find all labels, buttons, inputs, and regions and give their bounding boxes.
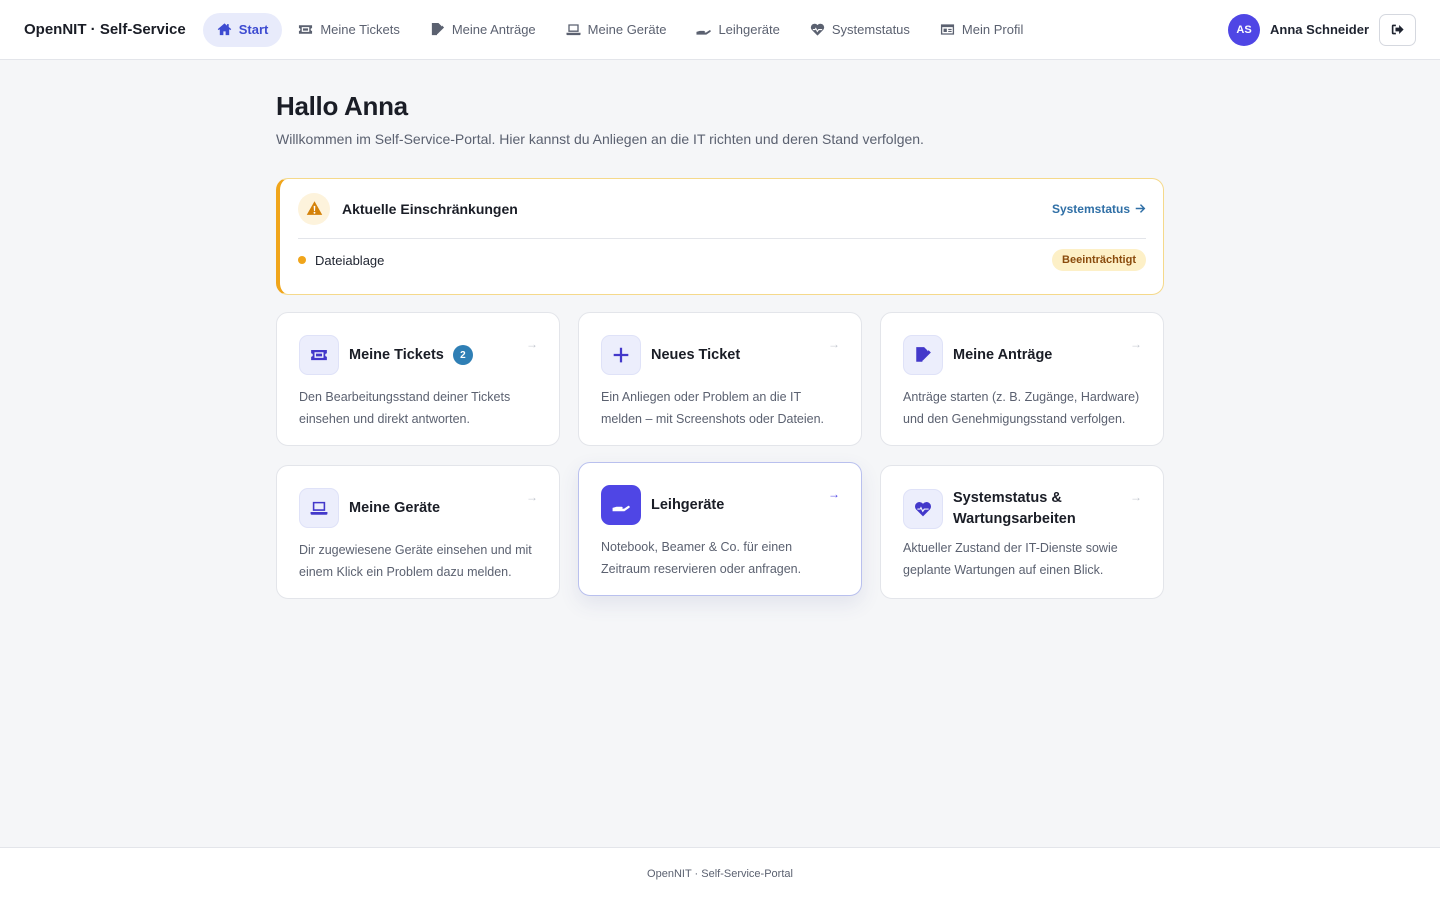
nav-item-leihgeraete[interactable]: Leihgeräte — [682, 13, 793, 47]
card-title: Neues Ticket — [651, 346, 741, 363]
card-header: Meine Anträge — [903, 335, 1141, 375]
welcome-text: Willkommen im Self-Service-Portal. Hier … — [276, 131, 924, 147]
edit-document-icon — [903, 335, 943, 375]
page-title: Hallo Anna — [276, 91, 408, 121]
brand-logo[interactable]: OpenNIT · Self-Service — [24, 21, 186, 38]
edit-document-icon — [431, 22, 444, 36]
arrow-right-icon: → — [828, 337, 840, 351]
systemstatus-link[interactable]: Systemstatus — [1052, 202, 1146, 216]
top-navbar: OpenNIT · Self-Service Start Meine Ticke… — [0, 0, 1440, 60]
nav-item-meine-geraete[interactable]: Meine Geräte — [552, 13, 681, 47]
ticket-count-badge: 2 — [452, 345, 473, 365]
nav-item-label: Mein Profil — [961, 22, 1024, 37]
card-description: Anträge starten (z. B. Zugänge, Hardware… — [903, 390, 1140, 426]
laptop-icon — [566, 24, 581, 36]
systemstatus-link-label: Systemstatus — [1051, 201, 1130, 216]
hand-holding-icon — [601, 485, 641, 525]
restrictions-header: Aktuelle Einschränkungen Systemstatus — [298, 179, 1146, 239]
heart-pulse-icon — [903, 489, 943, 529]
nav-item-meine-antraege[interactable]: Meine Anträge — [416, 13, 550, 47]
id-card-icon — [940, 24, 954, 35]
logout-button[interactable] — [1379, 13, 1416, 46]
card-leihgeraete[interactable]: Leihgeräte → Notebook, Beamer & Co. für … — [578, 462, 862, 596]
card-description: Ein Anliegen oder Problem an die IT meld… — [601, 390, 825, 426]
card-description: Dir zugewiesene Geräte einsehen und mit … — [299, 543, 532, 579]
nav-item-label: Meine Geräte — [587, 22, 667, 37]
warning-icon — [298, 192, 330, 225]
card-header: Systemstatus & Wartungsarbeiten — [903, 488, 1141, 530]
card-title: Meine Geräte — [349, 499, 441, 516]
nav-item-label: Meine Tickets — [320, 22, 400, 37]
nav-item-label: Leihgeräte — [718, 22, 780, 37]
main-content: Hallo Anna Willkommen im Self-Service-Po… — [276, 60, 1164, 599]
nav-item-systemstatus[interactable]: Systemstatus — [796, 13, 924, 47]
nav-item-label: Systemstatus — [831, 22, 910, 37]
avatar[interactable]: AS — [1228, 13, 1261, 46]
nav-item-start[interactable]: Start — [202, 12, 283, 47]
card-header: Meine Geräte — [299, 488, 537, 528]
hand-holding-icon — [696, 30, 712, 35]
card-systemstatus[interactable]: Systemstatus & Wartungsarbeiten → Aktuel… — [880, 465, 1164, 599]
status-badge: Beeinträchtigt — [1052, 249, 1146, 271]
restrictions-panel: Aktuelle Einschränkungen Systemstatus Da… — [276, 178, 1164, 295]
card-meine-tickets[interactable]: Meine Tickets 2 → Den Bearbeitungsstand … — [276, 312, 560, 446]
quick-links-grid: Meine Tickets 2 → Den Bearbeitungsstand … — [276, 312, 1164, 599]
card-neues-ticket[interactable]: Neues Ticket → Ein Anliegen oder Problem… — [578, 312, 862, 446]
card-title: Leihgeräte — [651, 496, 725, 513]
nav-item-meine-tickets[interactable]: Meine Tickets — [284, 13, 413, 47]
logout-icon — [1391, 24, 1404, 35]
card-title: Meine Tickets — [349, 346, 444, 363]
card-description: Notebook, Beamer & Co. für einen Zeitrau… — [601, 540, 802, 576]
main-nav: Start Meine Tickets Meine Anträge Meine … — [202, 12, 1038, 47]
heart-pulse-icon — [810, 23, 825, 36]
card-header: Meine Tickets 2 — [299, 335, 537, 375]
ticket-icon — [299, 335, 339, 375]
card-meine-antraege[interactable]: Meine Anträge → Anträge starten (z. B. Z… — [880, 312, 1164, 446]
user-name[interactable]: Anna Schneider — [1270, 22, 1369, 37]
card-title: Systemstatus & Wartungsarbeiten — [953, 490, 1076, 527]
status-dot — [298, 256, 306, 264]
arrow-right-icon: → — [828, 487, 840, 501]
nav-item-label: Start — [238, 22, 269, 37]
page-footer: OpenNIT · Self-Service-Portal — [0, 847, 1440, 900]
service-name: Dateiablage — [315, 252, 385, 268]
nav-item-mein-profil[interactable]: Mein Profil — [926, 13, 1037, 47]
nav-item-label: Meine Anträge — [451, 22, 536, 37]
home-icon — [217, 23, 231, 36]
restriction-item[interactable]: Dateiablage Beeinträchtigt — [298, 239, 1146, 281]
arrow-right-icon: → — [526, 337, 538, 351]
card-meine-geraete[interactable]: Meine Geräte → Dir zugewiesene Geräte ei… — [276, 465, 560, 599]
plus-icon — [601, 335, 641, 375]
footer-text: OpenNIT · Self-Service-Portal — [647, 868, 793, 880]
arrow-right-icon: → — [1130, 490, 1142, 504]
card-title: Meine Anträge — [953, 346, 1053, 363]
arrow-right-icon: → — [526, 490, 538, 504]
card-description: Aktueller Zustand der IT-Dienste sowie g… — [903, 541, 1118, 577]
restrictions-title: Aktuelle Einschränkungen — [342, 200, 518, 217]
card-header: Neues Ticket — [601, 335, 839, 375]
user-menu: AS Anna Schneider — [1228, 13, 1416, 46]
card-description: Den Bearbeitungsstand deiner Tickets ein… — [299, 390, 511, 426]
ticket-icon — [299, 25, 313, 34]
laptop-icon — [299, 488, 339, 528]
card-header: Leihgeräte — [601, 485, 839, 525]
arrow-right-icon — [1135, 204, 1146, 213]
arrow-right-icon: → — [1130, 337, 1142, 351]
